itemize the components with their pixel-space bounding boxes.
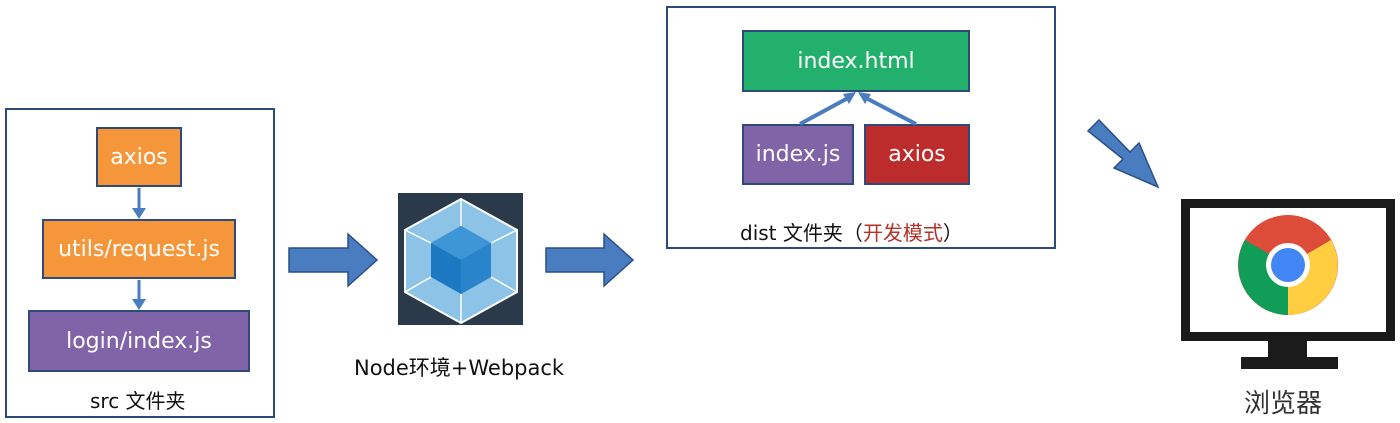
webpack-logo-icon <box>398 193 523 325</box>
arrow-to-browser <box>1086 118 1160 189</box>
chrome-logo-icon <box>1238 215 1338 315</box>
arrow-to-dist <box>545 232 635 288</box>
arrow-to-webpack <box>288 232 379 288</box>
src-connector-arrows <box>132 188 146 310</box>
dist-connector-arrows <box>799 92 917 126</box>
diagram-graphics <box>132 92 1395 369</box>
